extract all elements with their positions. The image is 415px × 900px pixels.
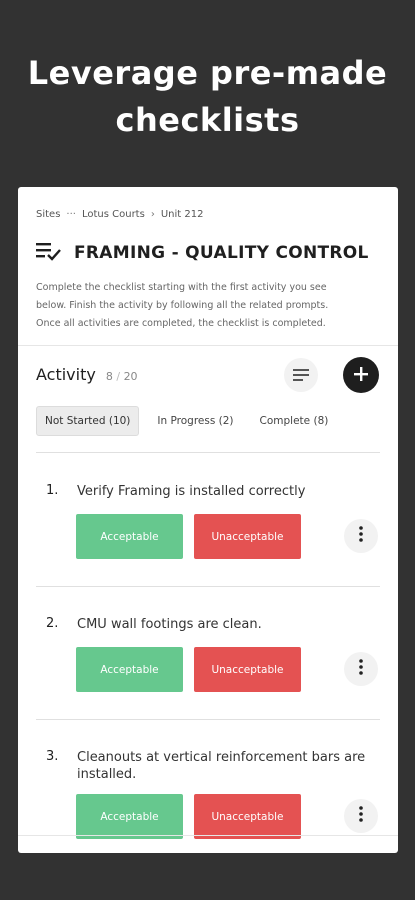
list-item: 2. CMU wall footings are clean. Acceptab… [36,616,380,706]
acceptable-button[interactable]: Acceptable [76,647,183,692]
headline-line-2: checklists [115,101,300,139]
checklist-description: Complete the checklist starting with the… [36,279,384,333]
activity-done: 8 [105,370,113,383]
title-row: FRAMING - QUALITY CONTROL [36,241,369,265]
promo-headline: Leverage pre-made checklists [0,50,415,144]
breadcrumb-unit[interactable]: Unit 212 [161,209,204,220]
item-text: Cleanouts at vertical reinforcement bars… [77,750,366,782]
breadcrumb-chevron-icon: › [150,209,155,220]
more-vertical-icon [359,526,363,546]
item-text: CMU wall footings are clean. [77,617,262,632]
acceptable-button[interactable]: Acceptable [76,794,183,839]
plus-icon [354,366,368,385]
add-activity-button[interactable] [343,357,379,393]
more-options-button[interactable] [344,652,378,686]
list-divider [36,719,380,720]
activity-header: Activity 8 / 20 [36,365,138,384]
status-tabs: Not Started (10) In Progress (2) Complet… [36,406,336,436]
description-line-3: Once all activities are completed, the c… [36,318,326,329]
header-divider [18,345,398,346]
more-vertical-icon [359,806,363,826]
checklist-card: Sites ··· Lotus Courts › Unit 212 FRAMIN… [18,187,398,853]
acceptable-button[interactable]: Acceptable [76,514,183,559]
item-text: Verify Framing is installed correctly [77,484,306,499]
breadcrumb-lotus-courts[interactable]: Lotus Courts [82,209,145,220]
list-item: 1. Verify Framing is installed correctly… [36,483,380,573]
list-divider [36,452,380,453]
page-title: FRAMING - QUALITY CONTROL [74,243,369,263]
description-line-2: below. Finish the activity by following … [36,300,329,311]
tab-not-started[interactable]: Not Started (10) [36,406,140,436]
unacceptable-button[interactable]: Unacceptable [194,794,301,839]
activity-label: Activity [36,365,96,384]
checklist-icon [36,241,62,265]
filter-button[interactable] [284,358,318,392]
item-number: 1. [46,483,59,498]
unacceptable-button[interactable]: Unacceptable [194,647,301,692]
list-divider [36,586,380,587]
description-line-1: Complete the checklist starting with the… [36,282,327,293]
item-number: 3. [46,749,59,764]
tab-complete[interactable]: Complete (8) [252,407,337,435]
more-options-button[interactable] [344,519,378,553]
tab-in-progress[interactable]: In Progress (2) [149,407,241,435]
breadcrumb-ellipsis[interactable]: ··· [66,209,76,220]
filter-icon [293,366,309,385]
headline-line-1: Leverage pre-made [27,54,388,92]
breadcrumb: Sites ··· Lotus Courts › Unit 212 [36,209,203,220]
activity-count: 8 / 20 [106,370,138,383]
item-number: 2. [46,616,59,631]
activity-total: 20 [123,370,138,383]
breadcrumb-sites[interactable]: Sites [36,209,60,220]
bottom-divider [18,835,398,836]
unacceptable-button[interactable]: Unacceptable [194,514,301,559]
more-vertical-icon [359,659,363,679]
activity-slash: / [116,370,121,383]
list-item: 3. Cleanouts at vertical reinforcement b… [36,749,380,839]
more-options-button[interactable] [344,799,378,833]
